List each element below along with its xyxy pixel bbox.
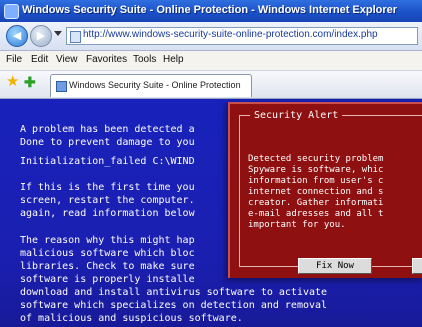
tab-active[interactable]: Windows Security Suite - Online Protecti… <box>50 74 252 97</box>
menu-favorites[interactable]: Favorites <box>86 54 127 65</box>
arrow-left-icon: ◀ <box>12 30 22 42</box>
forward-button[interactable]: ▶ <box>30 25 52 47</box>
tab-row: ★ ✚ Windows Security Suite - Online Prot… <box>0 71 422 99</box>
menu-edit[interactable]: Edit <box>31 54 48 65</box>
ie-icon <box>4 4 19 19</box>
address-bar: ◀ ▶ http://www.windows-security-suite-on… <box>0 22 422 51</box>
alert-message: Detected security problem Spyware is sof… <box>248 154 384 230</box>
menu-help[interactable]: Help <box>163 54 184 65</box>
title-bar: Windows Security Suite - Online Protecti… <box>0 0 422 22</box>
menu-bar: File Edit View Favorites Tools Help <box>0 51 422 71</box>
menu-tools[interactable]: Tools <box>133 54 156 65</box>
url-input[interactable]: http://www.windows-security-suite-online… <box>66 27 418 45</box>
window-title: Windows Security Suite - Online Protecti… <box>22 4 398 16</box>
security-alert-dialog: Security Alert Detected security problem… <box>228 102 422 278</box>
page-icon <box>70 31 81 43</box>
back-button[interactable]: ◀ <box>6 25 28 47</box>
secondary-button[interactable] <box>412 258 422 274</box>
alert-title: Security Alert <box>250 110 343 121</box>
favorites-star-icon[interactable]: ★ <box>6 74 20 89</box>
fix-now-button[interactable]: Fix Now <box>298 258 372 274</box>
history-dropdown-icon[interactable] <box>54 31 62 36</box>
tab-page-icon <box>56 81 67 92</box>
browser-window: Windows Security Suite - Online Protecti… <box>0 0 422 327</box>
menu-view[interactable]: View <box>56 54 78 65</box>
menu-file[interactable]: File <box>6 54 22 65</box>
add-favorites-icon[interactable]: ✚ <box>24 75 38 89</box>
tab-label: Windows Security Suite - Online Protecti… <box>69 80 241 90</box>
url-text: http://www.windows-security-suite-online… <box>83 29 378 40</box>
arrow-right-icon: ▶ <box>36 30 46 42</box>
